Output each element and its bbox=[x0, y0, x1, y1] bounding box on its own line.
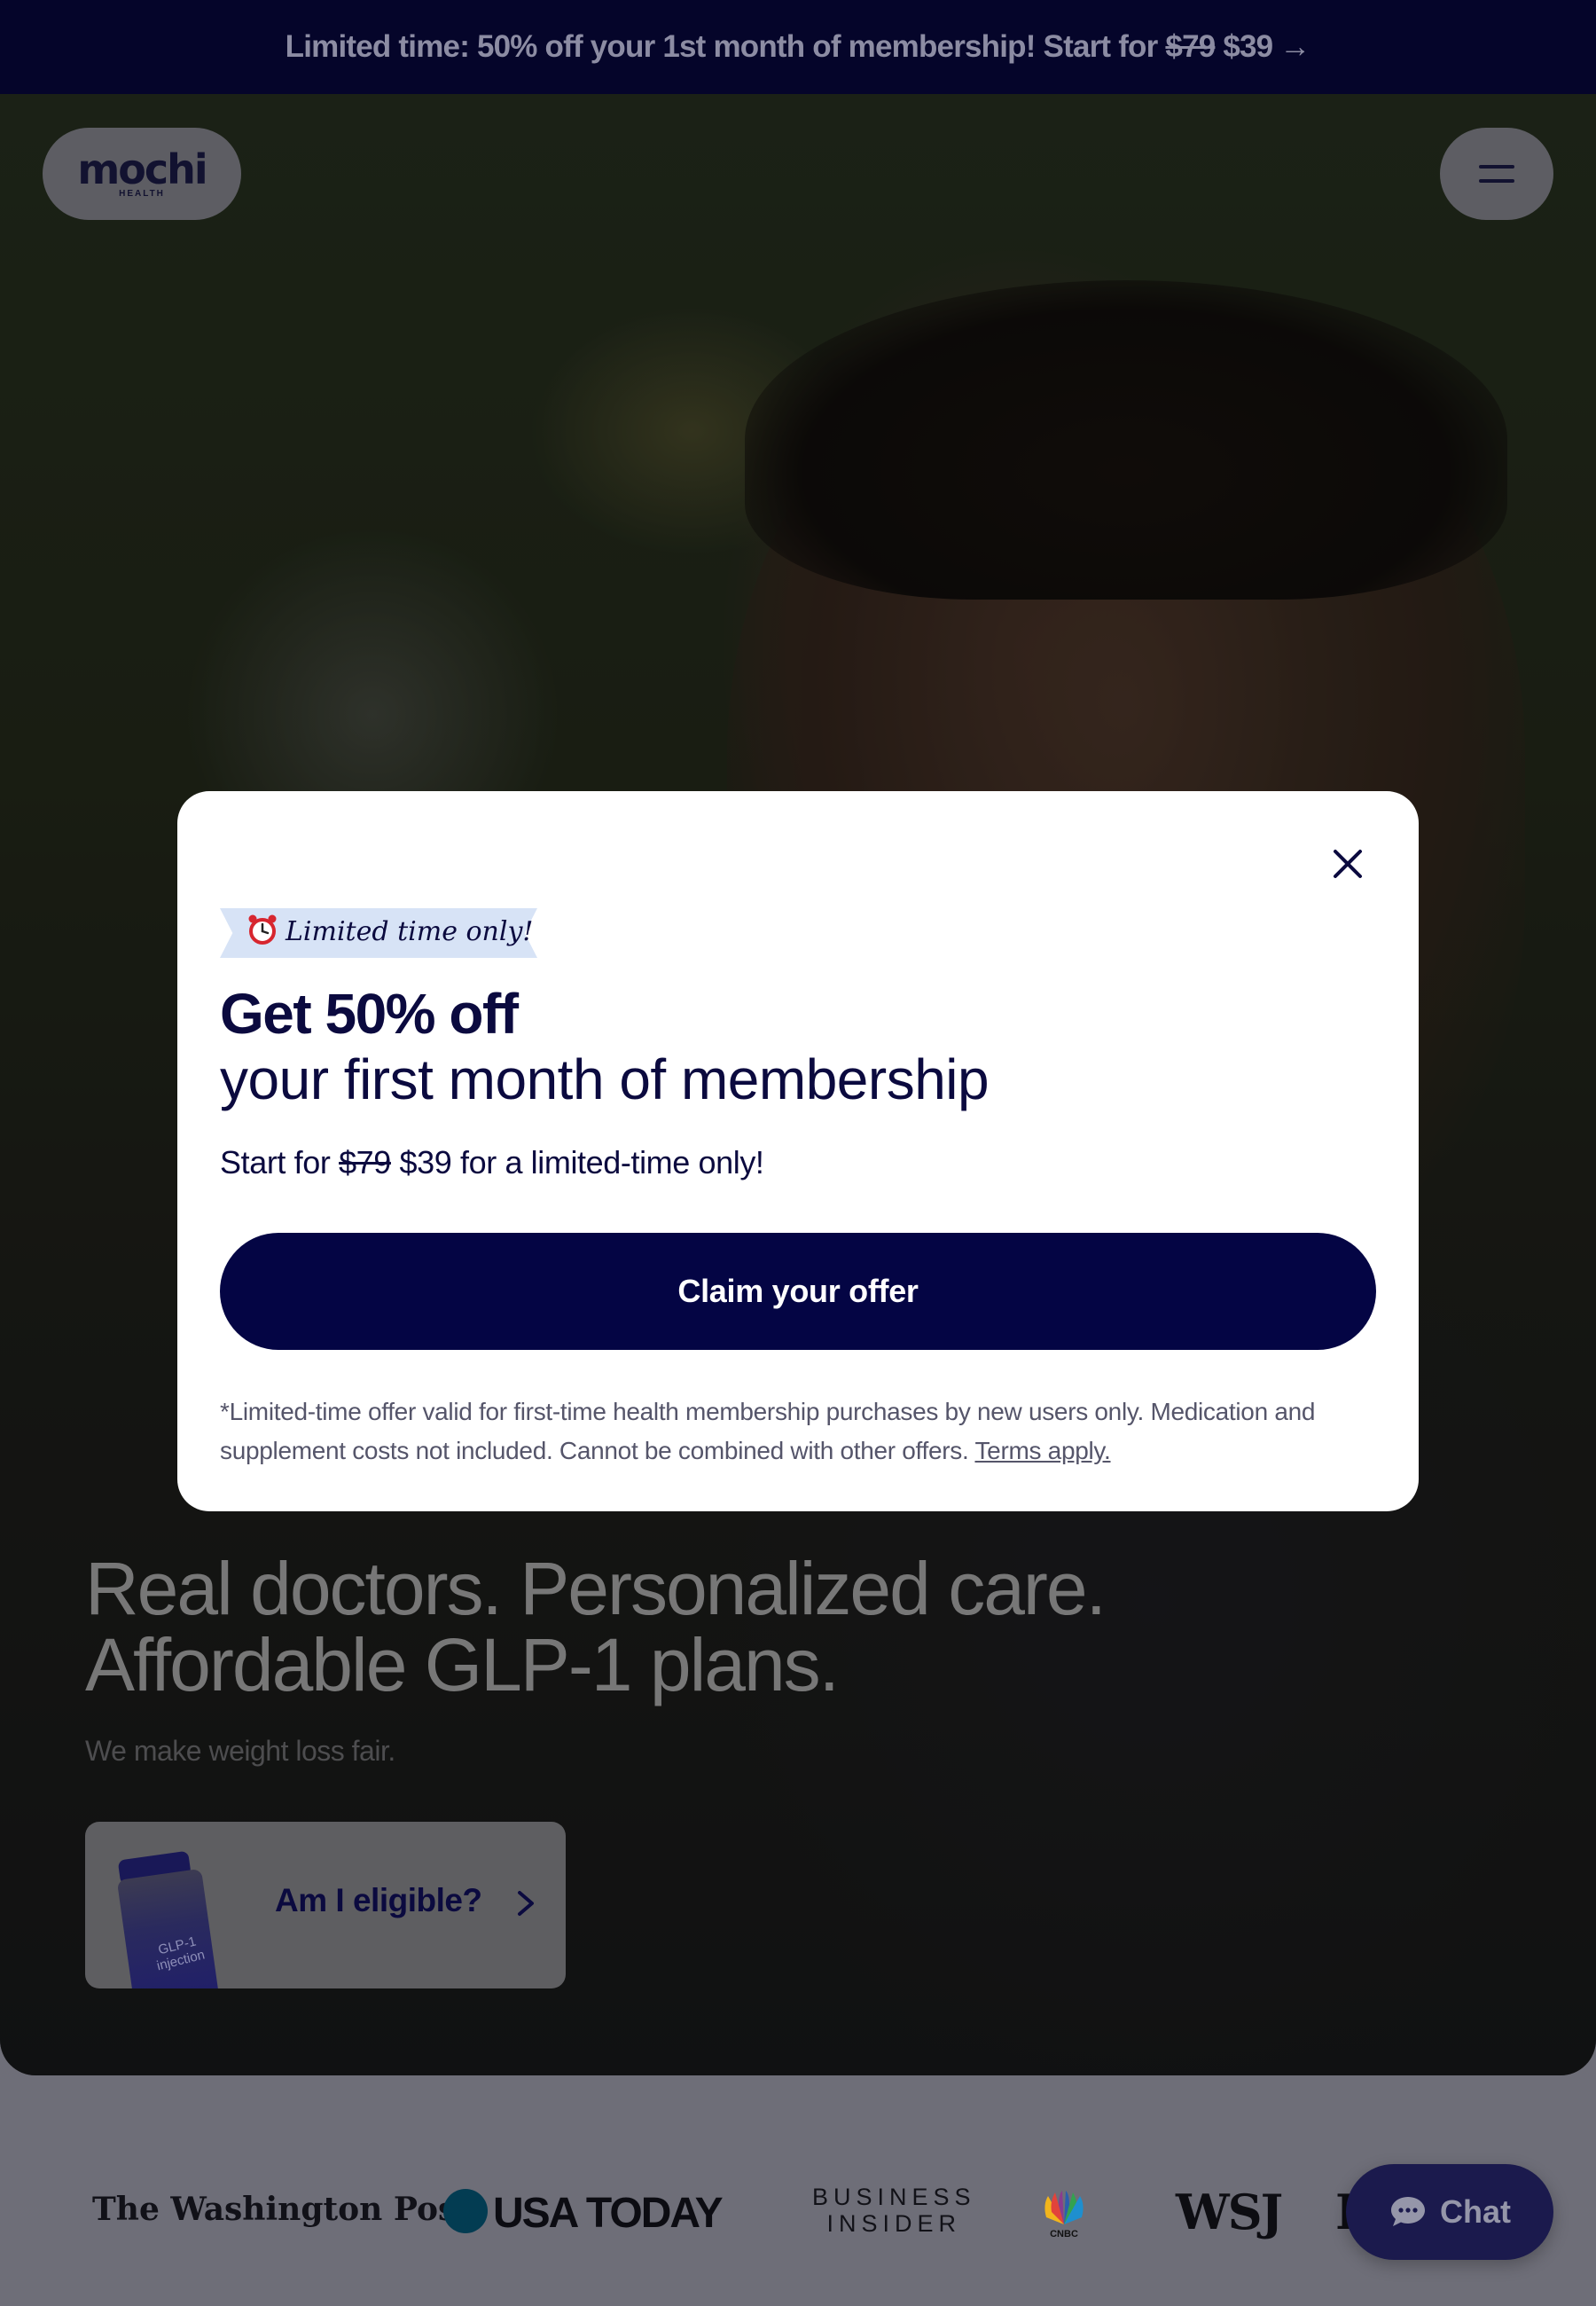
hero-headline-line2: Affordable GLP-1 plans. bbox=[85, 1623, 840, 1706]
hero-subhead: We make weight loss fair. bbox=[85, 1735, 395, 1767]
chat-label: Chat bbox=[1440, 2193, 1511, 2230]
modal-price-line: Start for $79 $39 for a limited-time onl… bbox=[220, 1144, 764, 1180]
limited-time-ribbon: Limited time only! bbox=[220, 908, 537, 958]
washington-post-logo: The Washington Post bbox=[92, 2191, 471, 2228]
close-icon[interactable] bbox=[1323, 839, 1373, 889]
chevron-right-icon bbox=[518, 1891, 534, 1916]
promo-new-price: $39 bbox=[1223, 29, 1273, 64]
business-insider-logo: BUSINESS INSIDER bbox=[812, 2184, 976, 2237]
hero-headline: Real doctors. Personalized care. Afforda… bbox=[85, 1550, 1326, 1703]
modal-subtitle: your first month of membership bbox=[220, 1047, 990, 1111]
logo-wordmark: mochi bbox=[77, 145, 207, 193]
mochi-logo[interactable]: mochi HEALTH bbox=[43, 128, 241, 220]
svg-text:CNBC: CNBC bbox=[1050, 2229, 1078, 2239]
alarm-clock-icon bbox=[248, 914, 277, 945]
logo-subtitle: HEALTH bbox=[119, 188, 165, 199]
eligibility-label: Am I eligible? bbox=[275, 1882, 482, 1918]
modal-old-price: $79 bbox=[339, 1144, 391, 1180]
cnbc-peacock-icon: CNBC bbox=[1044, 2191, 1084, 2239]
cnbc-logo: CNBC bbox=[1036, 2189, 1092, 2239]
chat-button[interactable]: Chat bbox=[1346, 2164, 1553, 2260]
promo-old-price: $79 bbox=[1165, 29, 1216, 64]
terms-link[interactable]: Terms apply. bbox=[974, 1437, 1110, 1464]
promo-banner[interactable]: Limited time: 50% off your 1st month of … bbox=[0, 0, 1596, 94]
hero-headline-line1: Real doctors. Personalized care. bbox=[85, 1547, 1107, 1630]
ribbon-label: Limited time only! bbox=[286, 916, 534, 947]
eligibility-button[interactable]: GLP-1 injection Am I eligible? bbox=[85, 1822, 566, 1988]
wsj-logo: WSJ bbox=[1176, 2184, 1283, 2240]
promo-banner-text: Limited time: 50% off your 1st month of … bbox=[285, 29, 1273, 64]
claim-offer-button[interactable]: Claim your offer bbox=[220, 1233, 1376, 1350]
vial-image: GLP-1 injection bbox=[109, 1847, 235, 1988]
hamburger-icon bbox=[1479, 165, 1514, 169]
chat-bubble-icon bbox=[1391, 2197, 1425, 2226]
menu-button[interactable] bbox=[1440, 128, 1553, 220]
usa-today-dot bbox=[443, 2189, 488, 2233]
usa-today-logo: USA TODAY bbox=[493, 2190, 724, 2237]
arrow-right-icon: → bbox=[1279, 29, 1311, 64]
modal-title: Get 50% off bbox=[220, 982, 519, 1046]
offer-disclaimer: *Limited-time offer valid for first-time… bbox=[220, 1398, 1316, 1464]
modal-new-price: $39 bbox=[399, 1144, 452, 1180]
